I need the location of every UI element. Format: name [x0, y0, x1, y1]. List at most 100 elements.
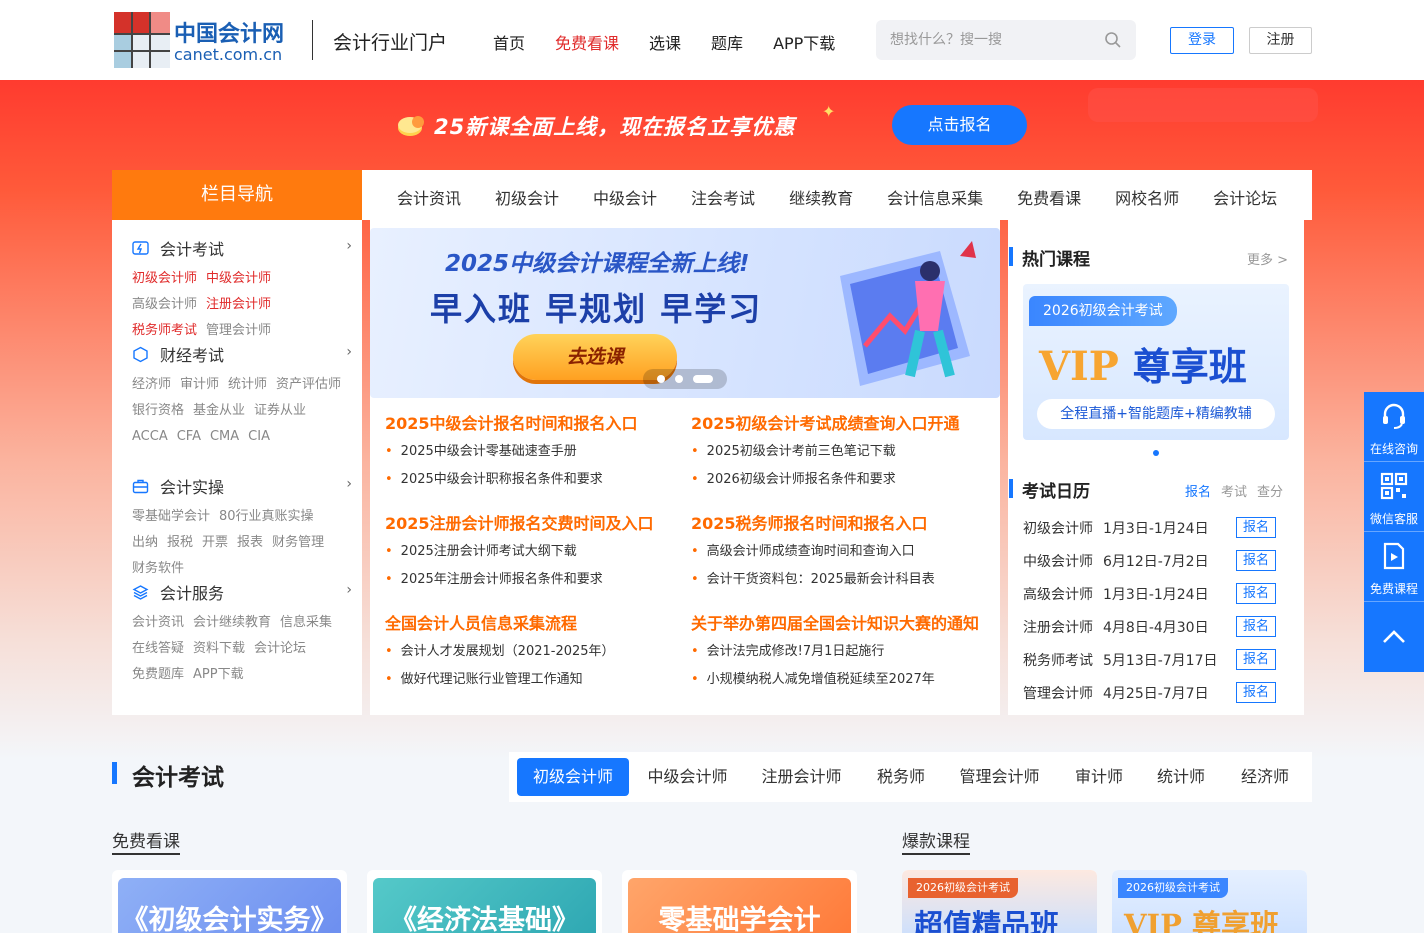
- site-logo[interactable]: 中国会计网 canet.com.cn: [114, 12, 294, 68]
- channel-item[interactable]: 注会考试: [691, 185, 755, 209]
- chevron-right-icon[interactable]: ›: [346, 238, 352, 254]
- news-item[interactable]: 2025初级会计考前三色笔记下载: [691, 438, 991, 466]
- carousel-dot[interactable]: [657, 375, 665, 383]
- calendar-signup-button[interactable]: 报名: [1236, 616, 1276, 637]
- chevron-right-icon[interactable]: ›: [346, 476, 352, 492]
- category-link[interactable]: 财务软件: [132, 556, 184, 582]
- exam-tab[interactable]: 中级会计师: [635, 758, 740, 796]
- category-link[interactable]: APP下载: [193, 662, 244, 688]
- exam-tab[interactable]: 注册会计师: [749, 758, 854, 796]
- news-item[interactable]: 2025注册会计师考试大纲下载: [385, 538, 685, 566]
- category-title[interactable]: 财经考试: [160, 342, 224, 366]
- nav-question-bank[interactable]: 题库: [711, 30, 743, 54]
- news-item[interactable]: 2025中级会计职称报名条件和要求: [385, 466, 685, 494]
- news-headline[interactable]: 2025中级会计报名时间和报名入口: [385, 410, 685, 438]
- category-link[interactable]: CIA: [248, 424, 270, 450]
- exam-tab[interactable]: 审计师: [1063, 758, 1135, 796]
- news-item[interactable]: 2026初级会计师报名条件和要求: [691, 466, 991, 494]
- category-link[interactable]: 基金从业: [193, 398, 245, 424]
- category-link[interactable]: 初级会计师: [132, 266, 197, 292]
- news-item[interactable]: 小规模纳税人减免增值税延续至2027年: [691, 666, 991, 694]
- news-item[interactable]: 做好代理记账行业管理工作通知: [385, 666, 685, 694]
- news-headline[interactable]: 2025初级会计考试成绩查询入口开通: [691, 410, 991, 438]
- promo-signup-button[interactable]: 点击报名: [892, 105, 1027, 145]
- carousel-dot-active[interactable]: [1153, 450, 1159, 456]
- category-link[interactable]: 审计师: [180, 372, 219, 398]
- calendar-tab-exam[interactable]: 考试: [1221, 485, 1247, 500]
- category-link[interactable]: 会计论坛: [254, 636, 306, 662]
- category-link[interactable]: 高级会计师: [132, 292, 197, 318]
- calendar-tab-score[interactable]: 查分: [1257, 485, 1283, 500]
- wechat-service-button[interactable]: 微信客服: [1364, 462, 1424, 532]
- calendar-signup-button[interactable]: 报名: [1236, 682, 1276, 703]
- news-headline[interactable]: 2025注册会计师报名交费时间及入口: [385, 510, 685, 538]
- category-link[interactable]: 信息采集: [280, 610, 332, 636]
- category-link[interactable]: 报表: [237, 530, 263, 556]
- category-link[interactable]: ACCA: [132, 424, 168, 450]
- category-link[interactable]: 零基础学会计: [132, 504, 210, 530]
- calendar-signup-button[interactable]: 报名: [1236, 550, 1276, 571]
- category-link[interactable]: 经济师: [132, 372, 171, 398]
- category-link[interactable]: 注册会计师: [206, 292, 271, 318]
- exam-tab[interactable]: 统计师: [1145, 758, 1217, 796]
- nav-home[interactable]: 首页: [493, 30, 525, 54]
- back-to-top-button[interactable]: [1364, 602, 1424, 672]
- nav-free-course[interactable]: 免费看课: [555, 30, 619, 54]
- hot-course-card[interactable]: 2026初级会计考试 VIP 尊享班: [1112, 870, 1307, 933]
- free-course-card[interactable]: 《经济法基础》: [367, 870, 602, 933]
- category-link[interactable]: 管理会计师: [206, 318, 271, 344]
- chevron-right-icon[interactable]: ›: [346, 344, 352, 360]
- calendar-signup-button[interactable]: 报名: [1236, 649, 1276, 670]
- category-link[interactable]: 统计师: [228, 372, 267, 398]
- nav-choose-course[interactable]: 选课: [649, 30, 681, 54]
- exam-tab[interactable]: 经济师: [1229, 758, 1301, 796]
- carousel-dot-active[interactable]: [693, 375, 713, 383]
- channel-item[interactable]: 初级会计: [495, 185, 559, 209]
- news-item[interactable]: 高级会计师成绩查询时间和查询入口: [691, 538, 991, 566]
- category-title[interactable]: 会计考试: [160, 236, 224, 260]
- category-link[interactable]: 会计继续教育: [193, 610, 271, 636]
- online-consult-button[interactable]: 在线咨询: [1364, 392, 1424, 462]
- news-item[interactable]: 会计干货资料包：2025最新会计科目表: [691, 566, 991, 594]
- news-headline[interactable]: 关于举办第四届全国会计知识大赛的通知: [691, 610, 991, 638]
- hot-course-card[interactable]: 2026初级会计考试 超值精品班: [902, 870, 1097, 933]
- channel-item[interactable]: 网校名师: [1115, 185, 1179, 209]
- category-link[interactable]: 资产评估师: [276, 372, 341, 398]
- category-link[interactable]: 在线答疑: [132, 636, 184, 662]
- chevron-right-icon[interactable]: ›: [346, 582, 352, 598]
- category-link[interactable]: 会计资讯: [132, 610, 184, 636]
- search-input[interactable]: [890, 30, 1090, 50]
- category-link[interactable]: 银行资格: [132, 398, 184, 424]
- news-headline[interactable]: 2025税务师报名时间和报名入口: [691, 510, 991, 538]
- category-link[interactable]: 报税: [167, 530, 193, 556]
- channel-item[interactable]: 会计信息采集: [887, 185, 983, 209]
- news-item[interactable]: 会计人才发展规划（2021-2025年）: [385, 638, 685, 666]
- category-link[interactable]: 资料下载: [193, 636, 245, 662]
- category-link[interactable]: CFA: [177, 424, 201, 450]
- calendar-signup-button[interactable]: 报名: [1236, 583, 1276, 604]
- register-button[interactable]: 注册: [1249, 27, 1312, 54]
- vip-course-banner[interactable]: 2026初级会计考试 VIP 尊享班 全程直播+智能题库+精编教辅: [1023, 284, 1289, 440]
- channel-item[interactable]: 会计论坛: [1213, 185, 1277, 209]
- channel-item[interactable]: 继续教育: [789, 185, 853, 209]
- category-link[interactable]: 开票: [202, 530, 228, 556]
- exam-tab[interactable]: 管理会计师: [947, 758, 1052, 796]
- news-item[interactable]: 会计法完成修改!7月1日起施行: [691, 638, 991, 666]
- category-link[interactable]: 免费题库: [132, 662, 184, 688]
- login-button[interactable]: 登录: [1170, 27, 1234, 54]
- category-link[interactable]: 税务师考试: [132, 318, 197, 344]
- channel-item[interactable]: 会计资讯: [397, 185, 461, 209]
- news-item[interactable]: 2025年注册会计师报名条件和要求: [385, 566, 685, 594]
- free-course-button[interactable]: 免费课程: [1364, 532, 1424, 602]
- search-icon[interactable]: [1104, 31, 1122, 49]
- category-link[interactable]: 中级会计师: [206, 266, 271, 292]
- exam-tab-active[interactable]: 初级会计师: [517, 758, 629, 796]
- category-link[interactable]: 出纳: [132, 530, 158, 556]
- free-course-card[interactable]: 《初级会计实务》: [112, 870, 347, 933]
- category-link[interactable]: 证券从业: [254, 398, 306, 424]
- free-course-card[interactable]: 零基础学会计: [622, 870, 857, 933]
- category-link[interactable]: 80行业真账实操: [219, 504, 314, 530]
- news-item[interactable]: 2025中级会计零基础速查手册: [385, 438, 685, 466]
- category-link[interactable]: 财务管理: [272, 530, 324, 556]
- category-title[interactable]: 会计服务: [160, 580, 224, 604]
